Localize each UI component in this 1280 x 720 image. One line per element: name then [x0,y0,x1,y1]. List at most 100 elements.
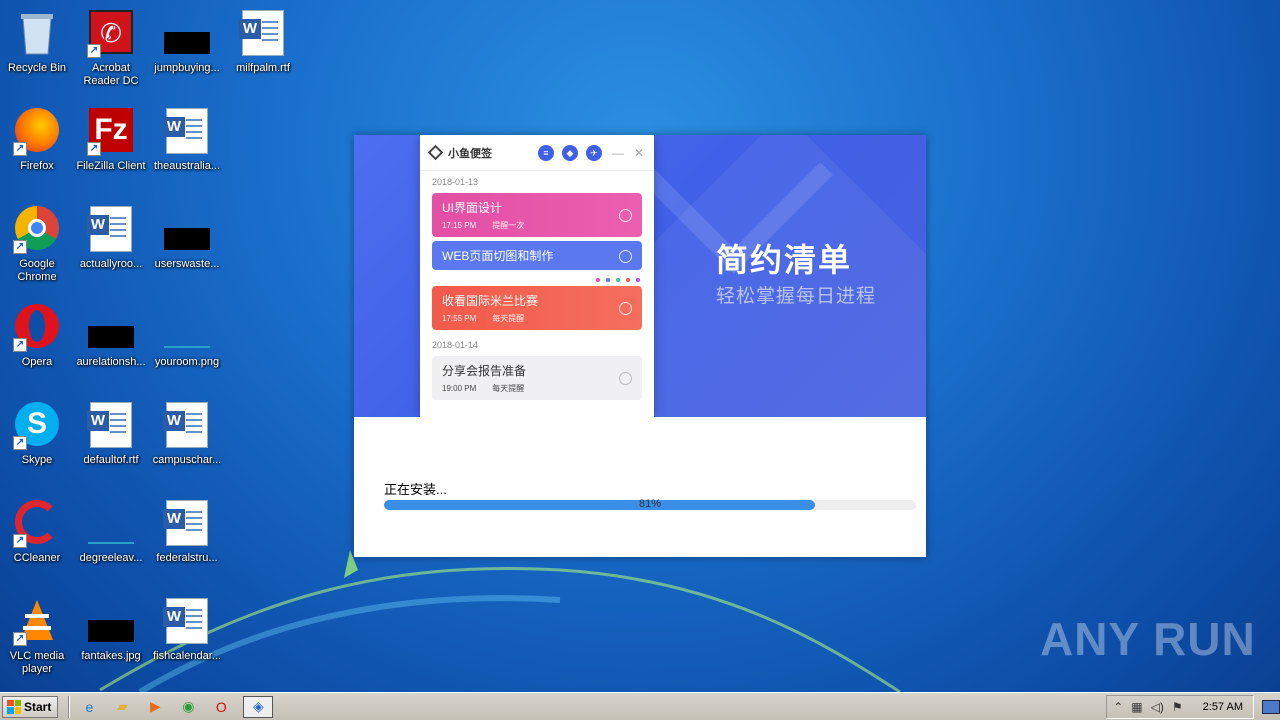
word-doc-icon: W [87,402,135,450]
task-card: 分享会报告准备 19:00 PM 每天提醒 [432,356,642,400]
shortcut-arrow-icon: ↗ [13,534,27,548]
image-file-icon [87,500,135,548]
skype-icon: S ↗ [13,402,61,450]
shortcut-arrow-icon: ↗ [13,142,27,156]
action-center-flag-icon[interactable]: ⚑ [1172,700,1183,714]
desktop-icon[interactable]: fantakes.jpg [74,592,148,663]
shortcut-arrow-icon: ↗ [13,338,27,352]
desktop-icon[interactable]: Wmilfpalm.rtf [226,4,300,75]
desktop-icon[interactable]: S ↗ Skype [0,396,74,467]
preview-app-mockup: 小鱼便签 ≡ ◆ ✈ — ✕ 2018-01-13 UI界面设计 17:15 PM 提… [420,135,654,417]
desktop-icon-label: federalstru... [156,552,218,564]
chrome-icon[interactable]: ◉ [177,696,199,718]
color-dot [626,278,630,282]
filezilla-icon: Fz ↗ [87,108,135,156]
black-file-icon [87,304,135,352]
word-doc-icon: W [163,500,211,548]
hero-subtitle: 轻松掌握每日进程 [716,286,877,307]
desktop-icon-label: youroom.png [154,356,220,368]
task-title: WEB页面切图和制作 [442,249,554,263]
desktop-icon-label: Skype [21,454,53,466]
show-desktop-button[interactable] [1262,699,1280,714]
shortcut-arrow-icon: ↗ [13,436,27,450]
desktop-icon[interactable]: ↗ VLC media player [0,592,74,676]
network-icon[interactable]: ▦ [1131,700,1142,714]
app-logo-icon [427,144,444,161]
desktop-icon-label: defaultof.rtf [83,454,139,466]
desktop-icon[interactable]: userswaste... [150,200,224,271]
acrobat-icon: ✆ ↗ [87,10,135,58]
task-card: UI界面设计 17:15 PM 提醒一次 [432,193,642,237]
desktop-icon[interactable]: ↗ Opera [0,298,74,369]
task-title: 分享会报告准备 [442,364,527,378]
desktop-icon[interactable]: aurelationsh... [74,298,148,369]
task-title: UI界面设计 [442,201,503,215]
installer-banner: 小鱼便签 ≡ ◆ ✈ — ✕ 2018-01-13 UI界面设计 17:15 PM 提… [354,135,926,417]
shirt-icon: ◆ [561,144,578,161]
installer-app-icon[interactable]: ◈ [243,695,274,718]
task-repeat: 每天提醒 [492,314,525,323]
desktop-icon[interactable]: ✆ ↗ Acrobat Reader DC [74,4,148,88]
desktop-icon[interactable]: Wfederalstru... [150,494,224,565]
start-button[interactable]: Start [2,695,59,718]
taskbar-separator [68,695,71,718]
desktop-icon[interactable]: Wcampuschar... [150,396,224,467]
desktop-icon[interactable]: degreeleav... [74,494,148,565]
desktop-icon-label: actuallyroo... [79,258,143,270]
desktop-icon-label: Acrobat Reader DC [83,62,139,87]
taskbar-pinned-apps: e ▰ ▶ ◉ O ◈ [78,695,284,718]
desktop-icon[interactable]: Wfishcalendar... [150,592,224,663]
ie-icon[interactable]: e [78,696,100,718]
task-group-date: 2018-01-14 [432,340,479,350]
preview-app-header: 小鱼便签 ≡ ◆ ✈ — ✕ [420,135,654,171]
shortcut-arrow-icon: ↗ [13,632,27,646]
word-doc-icon: W [163,598,211,646]
desktop-icon-label: degreeleav... [79,552,143,564]
desktop-icon-label: CCleaner [13,552,61,564]
desktop-icon[interactable]: ↗ CCleaner [0,494,74,565]
desktop-icon-label: userswaste... [154,258,220,270]
desktop-icon[interactable]: Wtheaustralia... [150,102,224,173]
install-progress-bar: 81% [384,498,916,510]
ccleaner-icon: ↗ [13,500,61,548]
desktop-icon-label: FileZilla Client [76,160,146,172]
color-dot [636,278,640,282]
task-title: 收看国际米兰比赛 [442,294,539,308]
opera-icon[interactable]: O [210,696,232,718]
preview-app-logo: 小鱼便签 [427,144,492,161]
task-time: 17:55 PM [442,314,477,323]
shortcut-arrow-icon: ↗ [13,240,27,254]
task-group-date: 2018-01-13 [432,177,479,187]
minimize-icon: — [611,145,624,160]
close-icon: ✕ [633,145,644,160]
desktop-icon-label: aurelationsh... [76,356,146,368]
black-file-icon [87,598,135,646]
taskbar-clock[interactable]: 2:57 AM [1203,701,1243,713]
word-doc-icon: W [163,108,211,156]
desktop-icon-label: Firefox [20,160,54,172]
image-file-icon [163,304,211,352]
folder-icon[interactable]: ▰ [111,696,133,718]
desktop-icon[interactable]: jumpbuying... [150,4,224,75]
desktop-icon-label: campuschar... [152,454,222,466]
word-doc-icon: W [239,10,287,58]
black-file-icon [163,206,211,254]
desktop-icon-label: jumpbuying... [154,62,220,74]
media-player-icon[interactable]: ▶ [144,696,166,718]
opera-icon: ↗ [13,304,61,352]
desktop-icon[interactable]: youroom.png [150,298,224,369]
desktop-icon[interactable]: Wactuallyroo... [74,200,148,271]
volume-icon[interactable]: ◁) [1151,700,1164,714]
desktop-icon[interactable]: Recycle Bin [0,4,74,75]
word-doc-icon: W [87,206,135,254]
task-meta: 17:15 PM 提醒一次 [442,220,632,231]
desktop-icon[interactable]: ↗ Firefox [0,102,74,173]
desktop-icon-label: Google Chrome [17,258,57,283]
desktop-icon[interactable]: Wdefaultof.rtf [74,396,148,467]
desktop-icon[interactable]: Fz ↗ FileZilla Client [74,102,148,173]
color-dot [616,278,620,282]
tray-expand-icon[interactable]: ⌃ [1113,700,1123,714]
desktop-icon[interactable]: ↗ Google Chrome [0,200,74,284]
desktop-icon-label: fantakes.jpg [81,650,141,662]
pin-icon: ✈ [585,144,602,161]
